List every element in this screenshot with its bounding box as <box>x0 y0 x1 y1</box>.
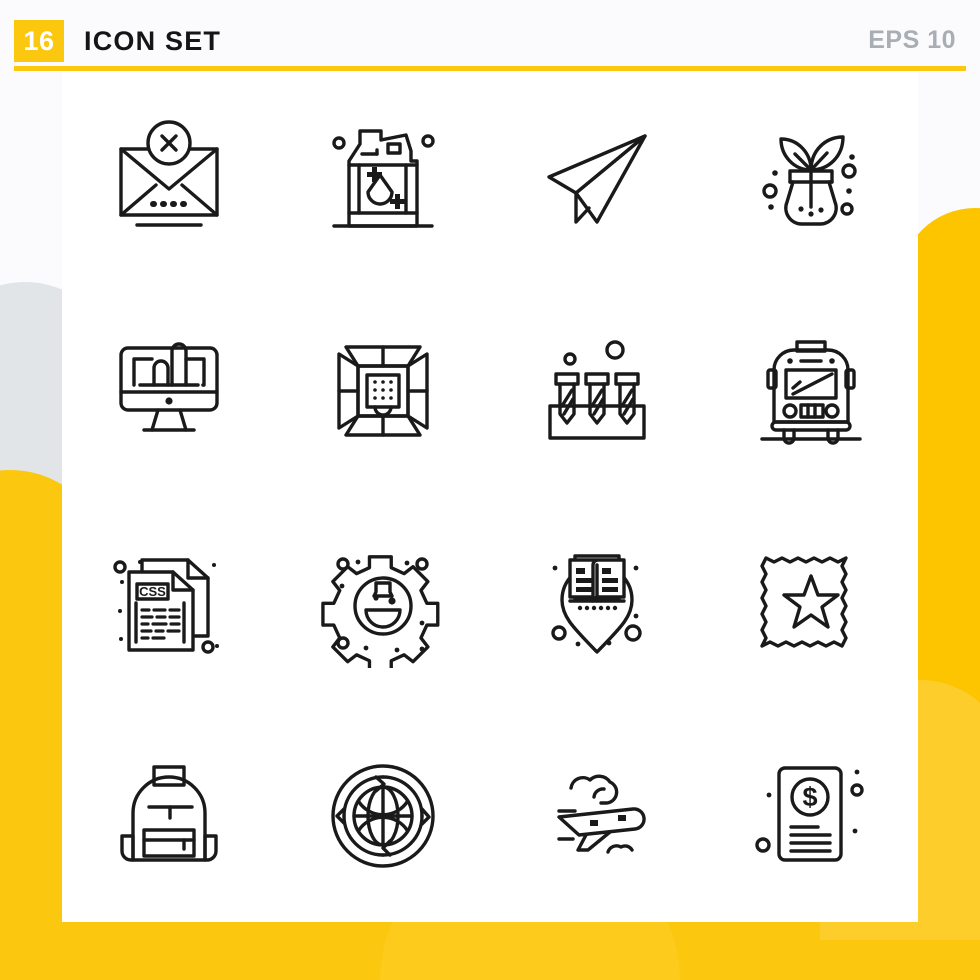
icon-cell-monitor-analytics[interactable] <box>62 285 276 498</box>
icon-cell-plant-flask[interactable] <box>704 72 918 285</box>
icon-cell-paper-plane[interactable] <box>490 72 704 285</box>
book-location-pin-icon <box>551 554 642 654</box>
icon-cell-detergent-bottle[interactable] <box>276 72 490 285</box>
icon-cell-backpack[interactable] <box>62 710 276 923</box>
icon-cell-mail-delete[interactable] <box>62 72 276 285</box>
icon-cell-gear-flask[interactable] <box>276 497 490 710</box>
invoice-dollar-icon: $ <box>755 766 864 862</box>
icon-cell-test-tubes[interactable] <box>490 285 704 498</box>
paper-plane-icon <box>547 134 647 224</box>
poster-header: 16 ICON SET EPS 10 <box>0 0 980 72</box>
css-file-label: CSS <box>139 584 166 599</box>
icon-cell-bus[interactable] <box>704 285 918 498</box>
gear-flask-icon <box>321 555 440 669</box>
icon-grid: CSS $ <box>62 72 918 922</box>
monitor-analytics-icon <box>119 342 219 432</box>
poster-canvas: 16 ICON SET EPS 10 CSS $ <box>0 0 980 980</box>
icon-cell-postage-stamp-star[interactable] <box>704 497 918 710</box>
icon-cell-book-location-pin[interactable] <box>490 497 704 710</box>
icon-count-value: 16 <box>23 25 55 56</box>
dollar-symbol: $ <box>802 782 817 812</box>
icon-count-badge: 16 <box>14 20 64 62</box>
mail-delete-icon <box>119 120 219 227</box>
airplane-clouds-icon <box>557 774 646 854</box>
icon-cell-airplane-clouds[interactable] <box>490 710 704 923</box>
detergent-bottle-icon <box>332 129 435 228</box>
studio-light-icon <box>337 345 429 437</box>
eps-version-label: EPS 10 <box>868 26 956 54</box>
icon-cell-invoice-dollar[interactable]: $ <box>704 710 918 923</box>
page-title: ICON SET <box>84 26 222 56</box>
icon-cell-global-network[interactable] <box>276 710 490 923</box>
postage-stamp-star-icon <box>760 556 848 648</box>
test-tubes-icon <box>548 340 646 440</box>
icon-grid-card: CSS $ <box>62 72 918 922</box>
icon-cell-css-file[interactable]: CSS <box>62 497 276 710</box>
plant-flask-icon <box>762 135 857 226</box>
icon-cell-studio-light[interactable] <box>276 285 490 498</box>
header-divider <box>14 66 966 71</box>
backpack-icon <box>120 765 218 862</box>
css-file-icon: CSS <box>113 558 219 654</box>
bus-icon <box>760 340 862 445</box>
global-network-icon <box>331 764 435 868</box>
